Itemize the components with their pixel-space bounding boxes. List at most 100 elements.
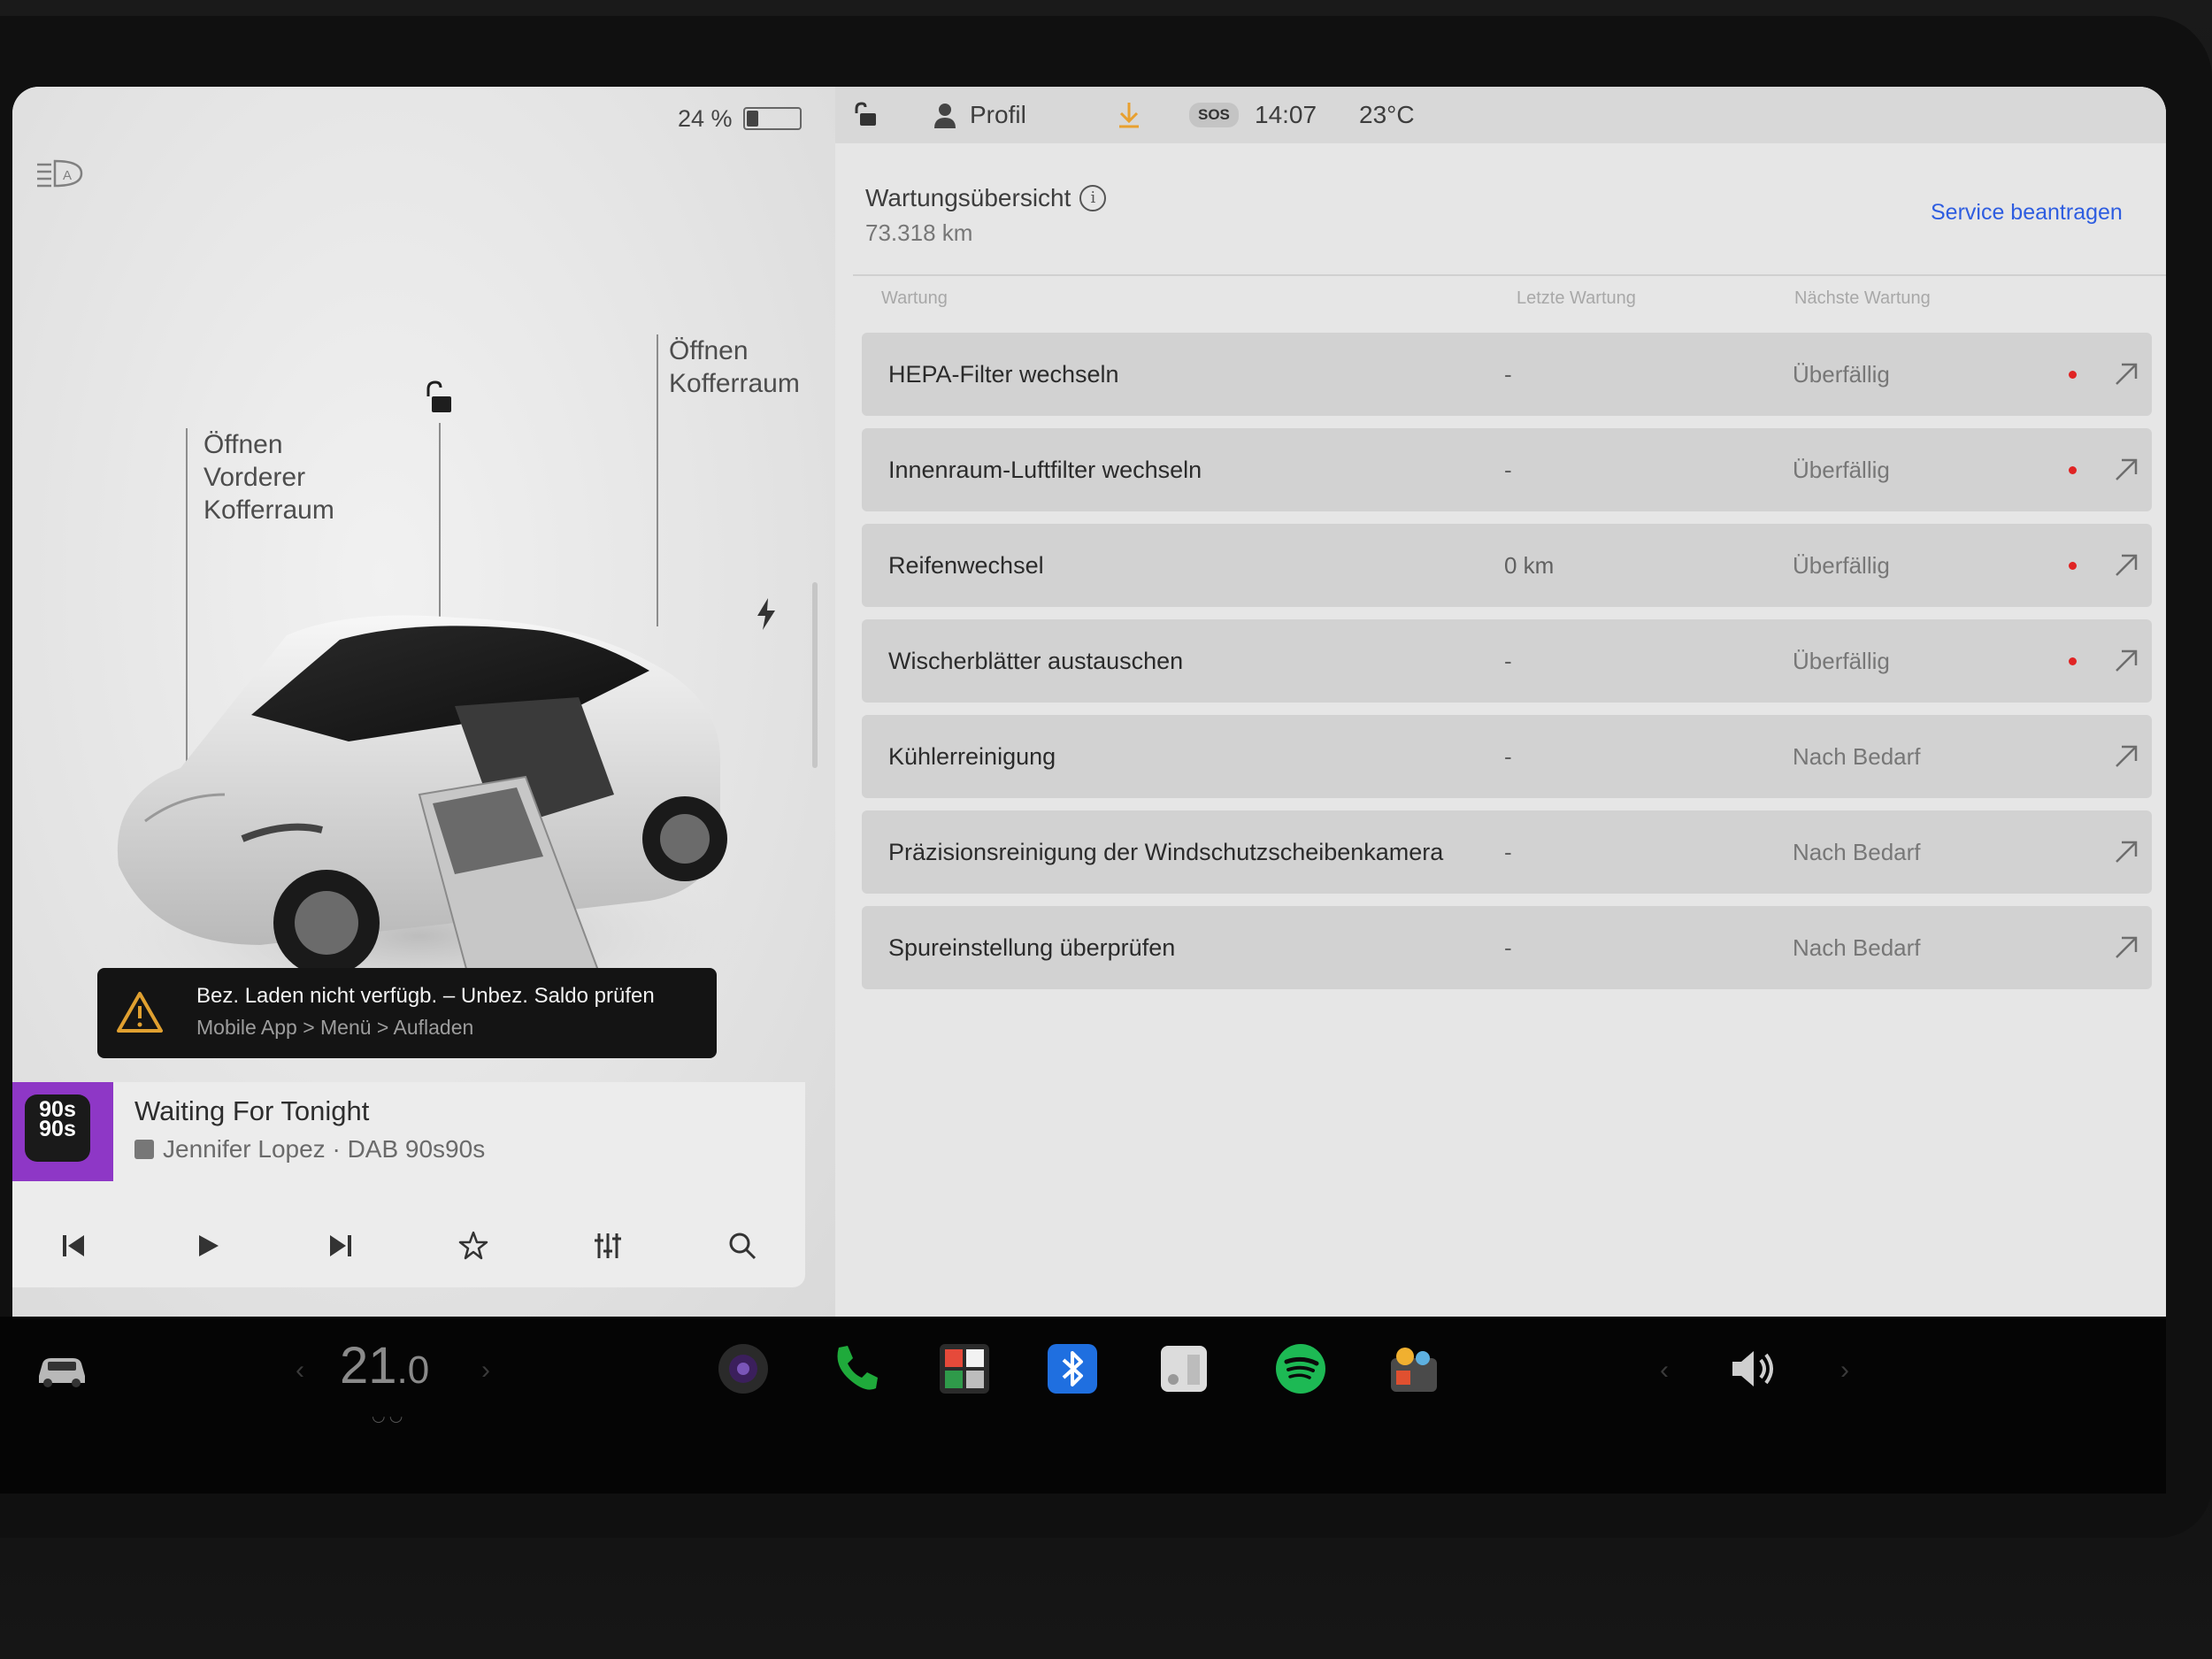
cabin-temp-decimal: .0 [396,1348,430,1392]
last-service: - [1504,742,1512,770]
next-service: Nach Bedarf [1793,933,1921,961]
calendar-app-icon[interactable] [936,1340,993,1397]
clock: 14:07 [1255,101,1317,128]
temp-down-chevron[interactable]: ‹ [296,1356,304,1386]
download-icon [1119,103,1139,128]
info-icon[interactable]: i [1079,185,1107,211]
warning-subtitle: Mobile App > Menü > Aufladen [196,1016,474,1039]
track-subtitle: Jennifer Lopez · DAB 90s90s [134,1135,485,1164]
sos-label: SOS [1189,103,1239,127]
next-track-button[interactable] [319,1224,363,1268]
radio-source-icon [134,1140,154,1159]
auto-headlights-icon[interactable]: A [35,157,85,189]
temp-up-chevron[interactable]: › [481,1356,490,1386]
maintenance-item-name: Wischerblätter austauschen [888,647,1184,674]
header-divider [853,274,2166,276]
maintenance-item-name: Innenraum-Luftfilter wechseln [888,456,1202,483]
volume-down-chevron[interactable]: ‹ [1660,1356,1669,1386]
last-service: 0 km [1504,551,1555,579]
outside-temperature: 23°C [1359,101,1415,128]
maintenance-row[interactable]: Kühlerreinigung - Nach Bedarf [862,715,2152,798]
volume-up-chevron[interactable]: › [1840,1356,1849,1386]
phone-app-icon[interactable] [826,1340,883,1397]
battery-percent: 24 % [678,104,733,132]
maintenance-row[interactable]: Reifenwechsel 0 km Überfällig [862,524,2152,607]
maintenance-title-text: Wartungsübersicht [865,184,1071,211]
last-service: - [1504,838,1512,865]
cabin-temp-main: 21 [340,1337,397,1394]
maintenance-item-name: Spureinstellung überprüfen [888,933,1176,961]
maintenance-row[interactable]: Innenraum-Luftfilter wechseln - Überfällig [862,428,2152,511]
column-header-maintenance: Wartung [881,288,948,308]
battery-fill [746,111,759,127]
overdue-dot-icon [2069,466,2077,474]
next-service: Überfällig [1793,360,1890,388]
maintenance-row[interactable]: Wischerblätter austauschen - Überfällig [862,619,2152,703]
software-update-button[interactable] [1117,87,1141,143]
charge-port-icon[interactable] [754,596,779,632]
profile-label: Profil [970,101,1026,128]
external-link-icon[interactable] [2111,741,2141,772]
cabin-temperature[interactable]: 21.0 [340,1336,429,1395]
maintenance-row[interactable]: HEPA-Filter wechseln - Überfällig [862,333,2152,416]
previous-track-button[interactable] [51,1224,96,1268]
spotify-app-icon[interactable] [1272,1340,1329,1397]
play-icon [199,1235,219,1256]
profile-icon [934,104,956,128]
next-service: Überfällig [1793,647,1890,674]
charging-warning[interactable]: Bez. Laden nicht verfügb. – Unbez. Saldo… [97,968,717,1058]
car-icon[interactable] [34,1340,90,1397]
next-service: Überfällig [1793,456,1890,483]
lock-status[interactable] [851,87,879,143]
skip-forward-icon [330,1235,351,1256]
favorite-button[interactable] [451,1224,495,1268]
battery-indicator: 24 % [678,92,802,145]
toybox-app-icon[interactable] [1156,1340,1212,1397]
open-trunk-button[interactable]: Öffnen Kofferraum [669,334,800,400]
overdue-dot-icon [2069,562,2077,570]
arcade-app-icon[interactable] [1386,1340,1442,1397]
external-link-icon[interactable] [2111,646,2141,676]
maintenance-panel: Profil SOS 14:07 23°C Wartungsübersicht … [835,87,2166,1317]
seat-heater-icon[interactable]: ◡◡ [372,1407,406,1425]
maintenance-item-name: Reifenwechsel [888,551,1044,579]
camera-app-icon[interactable] [715,1340,772,1397]
maintenance-row[interactable]: Spureinstellung überprüfen - Nach Bedarf [862,906,2152,989]
warning-icon [117,992,163,1033]
odometer: 73.318 km [865,219,973,246]
track-title: Waiting For Tonight [134,1095,370,1126]
equalizer-button[interactable] [586,1224,630,1268]
maintenance-row[interactable]: Präzisionsreinigung der Windschutzscheib… [862,810,2152,894]
svg-text:A: A [63,168,72,183]
external-link-icon[interactable] [2111,359,2141,389]
track-artist-station: Jennifer Lopez · DAB 90s90s [163,1135,486,1163]
external-link-icon[interactable] [2111,837,2141,867]
column-header-last: Letzte Wartung [1517,288,1636,308]
request-service-link[interactable]: Service beantragen [1931,200,2123,226]
maintenance-item-name: HEPA-Filter wechseln [888,360,1119,388]
skip-back-icon [63,1235,84,1256]
search-icon [729,1233,757,1260]
media-player: 90s 90s Waiting For Tonight Jennifer Lop… [12,1082,805,1287]
album-art[interactable]: 90s 90s [12,1082,113,1181]
bluetooth-app-icon[interactable] [1044,1340,1101,1397]
car-illustration[interactable] [83,529,756,1042]
unlock-icon[interactable] [419,379,458,418]
external-link-icon[interactable] [2111,455,2141,485]
play-button[interactable] [186,1224,230,1268]
warning-title: Bez. Laden nicht verfügb. – Unbez. Saldo… [196,984,655,1008]
profile-button[interactable]: Profil [933,87,1026,143]
next-service: Überfällig [1793,551,1890,579]
maintenance-title: Wartungsübersicht i [865,184,1107,212]
album-text: 90s 90s [39,1097,76,1141]
external-link-icon[interactable] [2111,550,2141,580]
sos-button[interactable]: SOS [1189,87,1239,143]
battery-bar [742,107,802,130]
next-service: Nach Bedarf [1793,742,1921,770]
open-frunk-button[interactable]: Öffnen Vorderer Kofferraum [204,428,334,526]
car-panel: A 24 % Öffnen Vorderer Kofferraum Öffnen… [12,87,835,1317]
search-button[interactable] [720,1224,764,1268]
volume-icon[interactable] [1725,1340,1782,1397]
last-service: - [1504,647,1512,674]
external-link-icon[interactable] [2111,933,2141,963]
